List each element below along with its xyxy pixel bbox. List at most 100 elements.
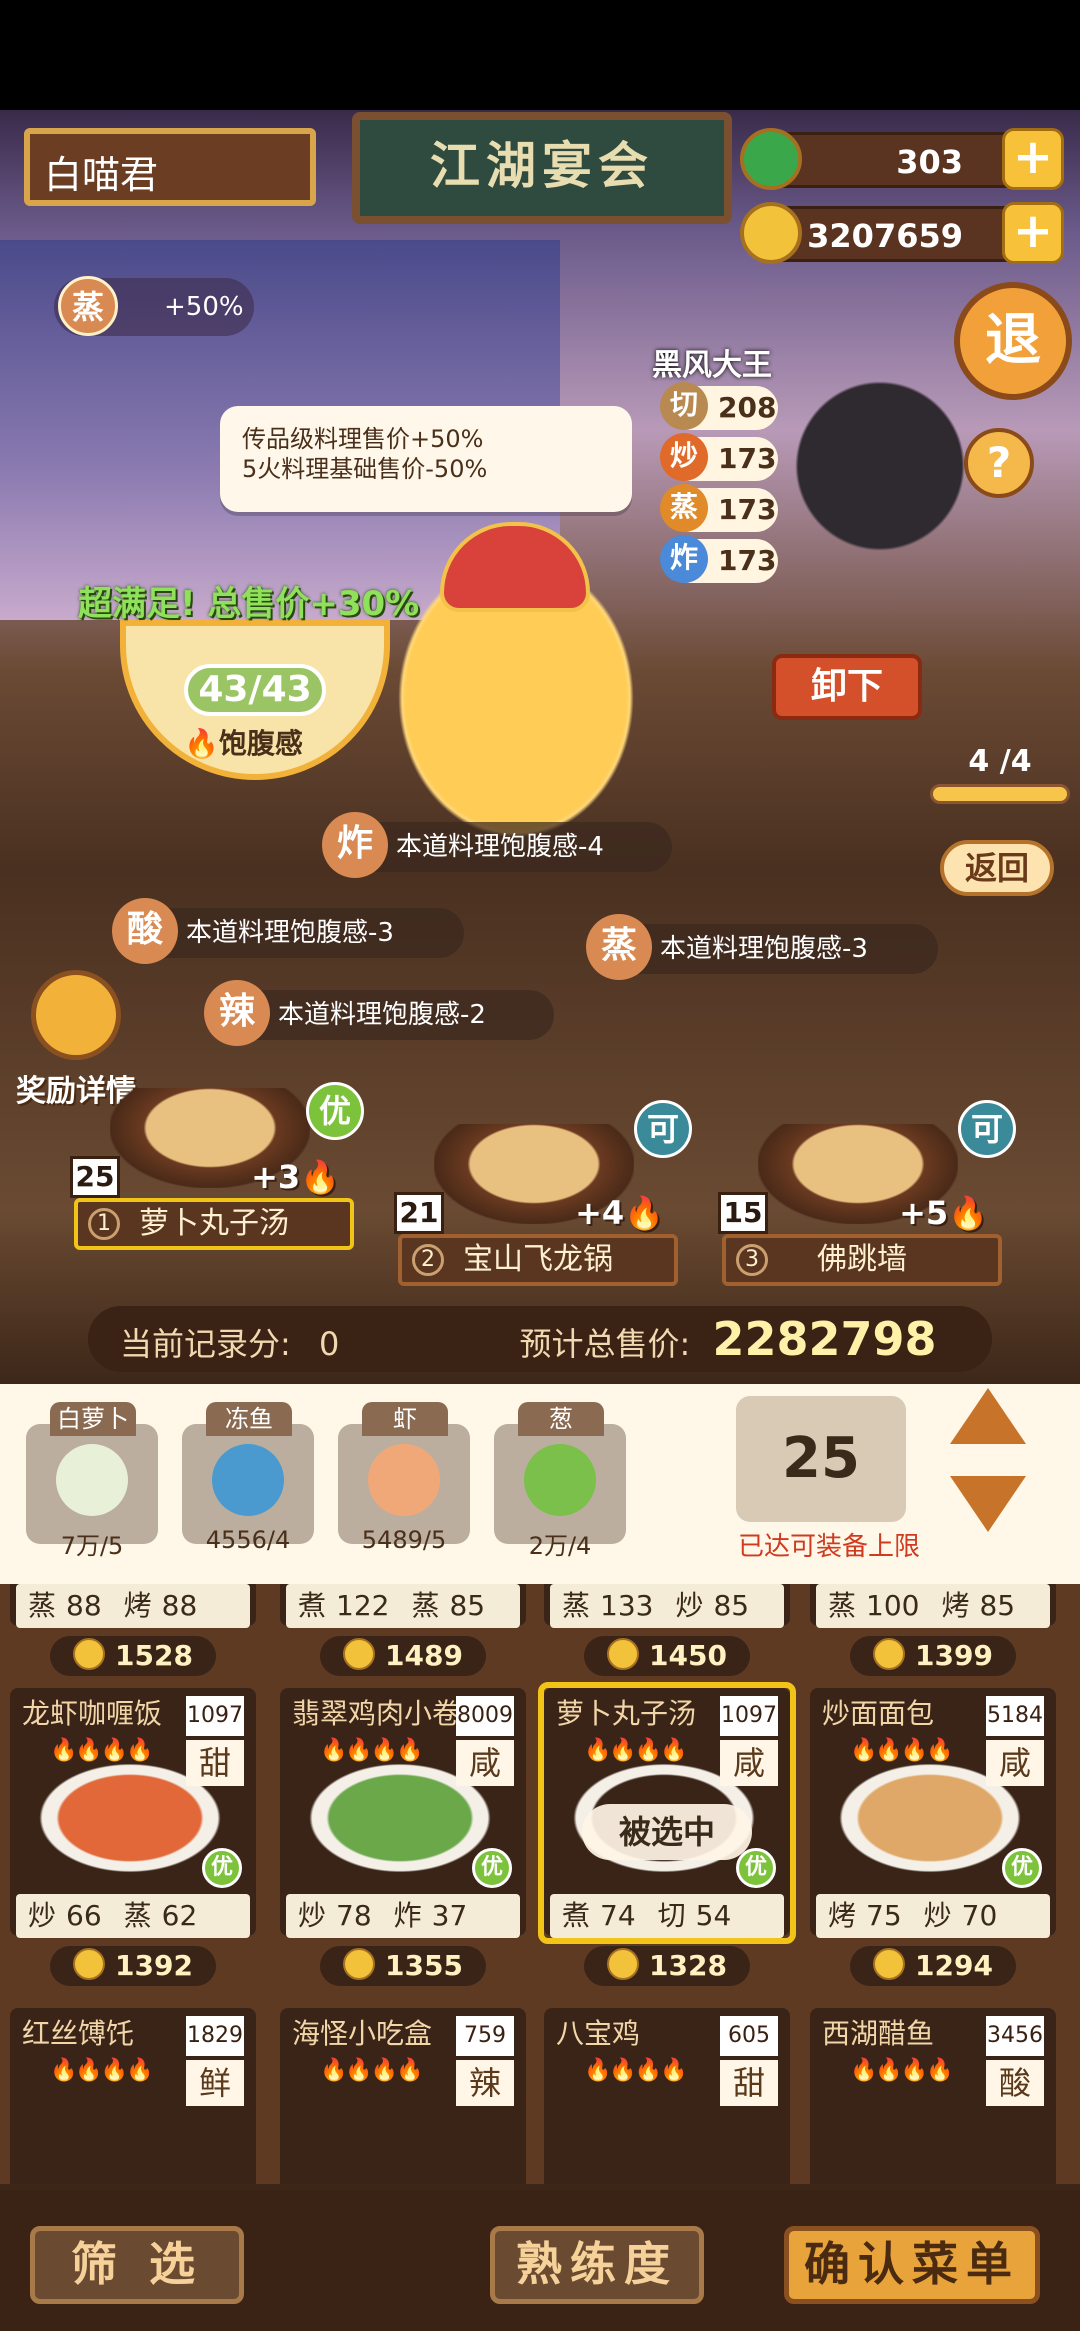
course-progress: 4 /4 (930, 744, 1070, 806)
recipe-flavor: 辣 (456, 2060, 514, 2106)
skill-value: 70 (961, 1899, 998, 1932)
jade-icon (740, 128, 802, 190)
satiety-value: 43/43 (184, 664, 326, 716)
filter-button[interactable]: 筛 选 (30, 2226, 244, 2304)
page-title: 江湖宴会 (352, 112, 732, 224)
spicy-skill-icon: 辣 (204, 980, 270, 1046)
buff-text: 本道料理饱腹感-3 (660, 934, 868, 964)
dish-quantity: 15 (718, 1192, 768, 1234)
skill-name: 蒸 (28, 1589, 57, 1622)
recipe-name: 海怪小吃盒 (292, 2017, 433, 2050)
menu-slot-1[interactable]: 25 +3🔥 1 萝卜丸子汤 优 (70, 1082, 364, 1250)
dish-index: 2 (412, 1244, 444, 1276)
bonus-text: +4 (575, 1194, 625, 1232)
recipe-card[interactable]: 西湖醋鱼 3456 酸 🔥🔥🔥🔥 (810, 2008, 1056, 2184)
skill-value: 133 (600, 1589, 654, 1622)
recipe-flavor: 甜 (186, 1740, 244, 1786)
recipe-card[interactable]: 可煮122蒸851489 (280, 1584, 526, 1678)
heat-flames-icon: 🔥🔥🔥🔥 (320, 2058, 424, 2083)
skill-name: 炸 (393, 1899, 422, 1932)
recipe-flavor: 咸 (456, 1740, 514, 1786)
buff-fry: 炸本道料理饱腹感-4 (322, 812, 672, 878)
dish-bonus: +3🔥 (251, 1158, 340, 1196)
recipe-grid[interactable]: 可蒸88烤881528可煮122蒸851489可蒸133炒851450可蒸100… (0, 1584, 1080, 2184)
dish-name: 宝山飞龙锅 (463, 1242, 613, 1277)
dish-bonus: +5🔥 (899, 1194, 988, 1232)
heat-flames-icon: 🔥🔥🔥🔥 (320, 1738, 424, 1763)
bonus-text: +3 (251, 1158, 301, 1196)
buff-sour: 酸本道料理饱腹感-3 (112, 898, 464, 964)
buff-text: 本道料理饱腹感-2 (278, 1000, 486, 1030)
recipe-price: 1528 (50, 1636, 216, 1676)
ingredient-icon (56, 1444, 128, 1516)
menu-slot-3[interactable]: 15 +5🔥 3 佛跳墙 可 (718, 1100, 1016, 1286)
reward-icon (31, 970, 121, 1060)
menu-slot-2[interactable]: 21 +4🔥 2 宝山飞龙锅 可 (394, 1100, 692, 1286)
recipe-card[interactable]: 翡翠鸡肉小卷 8009 咸 🔥🔥🔥🔥 优炒 78 炸 37 1355 (280, 1688, 526, 1988)
skill-name: 烤 (941, 1589, 970, 1622)
steam-skill-icon: 蒸 (58, 276, 118, 336)
recipe-card[interactable]: 炒面面包 5184 咸 🔥🔥🔥🔥 优烤 75 炒 70 1294 (810, 1688, 1056, 1988)
skill-value: 88 (66, 1589, 102, 1622)
increase-quantity-button[interactable] (950, 1388, 1026, 1444)
ingredient-slot[interactable]: 白萝卜 7万/5 (26, 1402, 158, 1562)
decrease-quantity-button[interactable] (950, 1476, 1026, 1532)
skill-name: 蒸 (411, 1589, 440, 1622)
recipe-flavor: 酸 (986, 2060, 1044, 2106)
recipe-card[interactable]: 八宝鸡 605 甜 🔥🔥🔥🔥 (544, 2008, 790, 2184)
recipe-price: 1294 (850, 1946, 1016, 1986)
recipe-flavor: 鲜 (186, 2060, 244, 2106)
add-jade-button[interactable]: + (1002, 128, 1064, 190)
recipe-name: 八宝鸡 (556, 2017, 641, 2050)
skill-name: 炒 (675, 1589, 704, 1622)
recipe-name: 炒面面包 (822, 1697, 935, 1730)
boss-stat: 炸 173 (660, 535, 778, 583)
dish-name-plate: 2 宝山飞龙锅 (398, 1234, 678, 1286)
ingredient-slot[interactable]: 葱 2万/4 (494, 1402, 626, 1562)
boss-stat-value: 173 (718, 442, 777, 475)
recipe-card[interactable]: 海怪小吃盒 759 辣 🔥🔥🔥🔥 (280, 2008, 526, 2184)
recipe-card[interactable]: 红丝馎饦 1829 鲜 🔥🔥🔥🔥 (10, 2008, 256, 2184)
skill-value: 85 (979, 1589, 1016, 1622)
skill-name: 蒸 (123, 1899, 152, 1932)
quantity-display: 25 (736, 1396, 906, 1522)
recipe-skills: 炒 78 炸 37 (286, 1894, 520, 1938)
recipe-skills: 蒸 133 炒 85 (550, 1584, 784, 1628)
grade-badge: 优 (472, 1848, 512, 1888)
ingredient-slot[interactable]: 冻鱼 4556/4 (182, 1402, 314, 1562)
recipe-card[interactable]: 可蒸133炒851450 (544, 1584, 790, 1678)
boss-stat-value: 173 (718, 544, 777, 577)
recipe-price-tag: 605 (720, 2016, 778, 2056)
boss-stat: 炒 173 (660, 433, 778, 481)
coin-icon (740, 202, 802, 264)
ingredient-name: 虾 (362, 1402, 448, 1436)
grade-badge: 可 (634, 1100, 692, 1158)
dish-quantity: 25 (70, 1156, 120, 1198)
recipe-card[interactable]: 萝卜丸子汤 1097 咸 🔥🔥🔥🔥 优煮 74 切 54 1328 被选中 (538, 1682, 796, 1988)
ingredient-name: 冻鱼 (206, 1402, 292, 1436)
boss-stat: 蒸 173 (660, 484, 778, 532)
skill-value: 85 (449, 1589, 486, 1622)
confirm-menu-button[interactable]: 确认菜单 (784, 2226, 1040, 2304)
recipe-card[interactable]: 可蒸100烤851399 (810, 1584, 1056, 1678)
effect-line-2: 5火料理基础售价-50% (242, 455, 488, 483)
back-button[interactable]: 返回 (940, 840, 1054, 896)
ingredient-count: 2万/4 (528, 1532, 592, 1560)
skill-value: 66 (66, 1899, 102, 1932)
recipe-price: 1489 (320, 1636, 486, 1676)
recipe-card[interactable]: 可蒸88烤881528 (10, 1584, 256, 1678)
ingredient-name: 葱 (518, 1402, 604, 1436)
bonus-text: +5 (899, 1194, 949, 1232)
flame-icon: 🔥 (624, 1194, 664, 1232)
dish-index: 3 (736, 1244, 768, 1276)
recipe-price-tag: 5184 (986, 1696, 1044, 1736)
ingredient-slot[interactable]: 虾 5489/5 (338, 1402, 470, 1562)
unload-button[interactable]: 卸下 (772, 654, 922, 720)
buff-text: 本道料理饱腹感-4 (396, 832, 604, 862)
recipe-card[interactable]: 龙虾咖喱饭 1097 甜 🔥🔥🔥🔥 优炒 66 蒸 62 1392 (10, 1688, 256, 1988)
skill-name: 炒 (28, 1899, 57, 1932)
mastery-button[interactable]: 熟练度 (490, 2226, 704, 2304)
add-coins-button[interactable]: + (1002, 202, 1064, 264)
record-value: 0 (318, 1325, 340, 1363)
dish-bonus: +4🔥 (575, 1194, 664, 1232)
